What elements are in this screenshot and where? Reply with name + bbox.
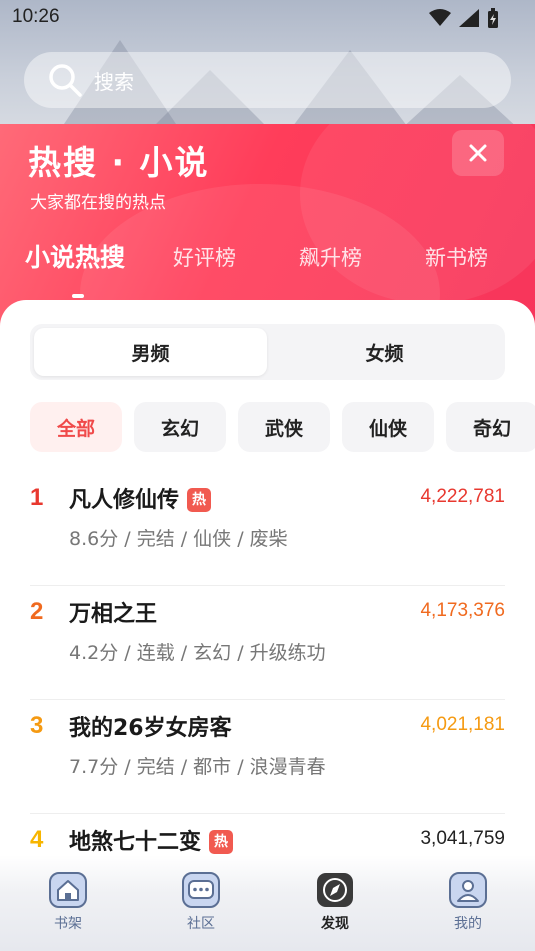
banner-title: 热搜 · 小说 [28, 143, 210, 182]
close-icon [469, 144, 487, 162]
search-count: 4,222,781 [420, 486, 505, 507]
nav-label: 书架 [54, 916, 82, 932]
status-bar: 10:26 [0, 0, 535, 36]
male-channel-option[interactable]: 男频 [34, 328, 267, 376]
bottom-nav: 书架 社区 发现 我的 [0, 855, 535, 951]
female-channel-option[interactable]: 女频 [268, 328, 501, 376]
ranking-item[interactable]: 2 万相之王 4.2分 / 连载 / 玄幻 / 升级练功 4,173,376 [30, 586, 505, 700]
nav-community[interactable]: 社区 [166, 867, 236, 933]
book-title: 我的26岁女房客 [69, 716, 232, 741]
hot-badge: 热 [187, 488, 212, 512]
book-meta: 8.6分 / 完结 / 仙侠 / 废柴 [69, 528, 288, 550]
book-title: 凡人修仙传 [69, 488, 180, 513]
rank-number: 4 [30, 826, 44, 853]
book-title-line: 地煞七十二变热 [69, 824, 234, 856]
status-icons [429, 8, 499, 28]
close-button[interactable] [452, 130, 504, 176]
signal-icon [459, 9, 479, 27]
nav-mine[interactable]: 我的 [433, 867, 503, 933]
search-count: 4,021,181 [420, 714, 505, 735]
book-title: 万相之王 [69, 602, 158, 627]
book-title-line: 凡人修仙传热 [69, 482, 212, 514]
category-chip-all[interactable]: 全部 [30, 402, 122, 452]
book-meta: 4.2分 / 连载 / 玄幻 / 升级练功 [69, 642, 326, 664]
person-icon [449, 872, 487, 908]
tab-top-rated[interactable]: 好评榜 [173, 242, 236, 272]
wifi-icon [429, 9, 451, 26]
compass-icon [317, 873, 353, 907]
category-chip-xianxia[interactable]: 仙侠 [342, 402, 434, 452]
category-chip-xuanhuan[interactable]: 玄幻 [134, 402, 226, 452]
rank-number: 2 [30, 598, 44, 625]
gender-toggle: 男频 女频 [30, 324, 505, 380]
category-chips: 全部 玄幻 武侠 仙侠 奇幻 [30, 402, 535, 452]
chat-icon [182, 872, 220, 908]
status-time: 10:26 [12, 6, 60, 27]
nav-discover[interactable]: 发现 [300, 867, 370, 933]
ranking-item[interactable]: 3 我的26岁女房客 7.7分 / 完结 / 都市 / 浪漫青春 4,021,1… [30, 700, 505, 814]
book-meta: 7.7分 / 完结 / 都市 / 浪漫青春 [69, 756, 326, 778]
search-bar[interactable]: 搜索 [24, 52, 511, 108]
tab-new-books[interactable]: 新书榜 [425, 242, 488, 272]
banner-subtitle: 大家都在搜的热点 [30, 193, 166, 213]
search-count: 4,173,376 [420, 600, 505, 621]
ranking-item[interactable]: 1 凡人修仙传热 8.6分 / 完结 / 仙侠 / 废柴 4,222,781 [30, 472, 505, 586]
book-title: 地煞七十二变 [69, 830, 202, 855]
tab-rising[interactable]: 飙升榜 [299, 242, 362, 272]
tab-novel-hot[interactable]: 小说热搜 [25, 238, 125, 274]
active-tab-indicator [72, 294, 84, 298]
nav-label: 我的 [454, 916, 482, 932]
battery-icon [488, 8, 498, 28]
book-title-line: 万相之王 [69, 596, 157, 628]
nav-label: 社区 [187, 916, 215, 932]
search-count: 3,041,759 [420, 828, 505, 849]
category-chip-qihuan[interactable]: 奇幻 [446, 402, 535, 452]
nav-label: 发现 [321, 916, 349, 932]
hot-badge: 热 [209, 830, 234, 854]
category-chip-wuxia[interactable]: 武侠 [238, 402, 330, 452]
rank-number: 3 [30, 712, 44, 739]
search-icon [49, 64, 82, 97]
rank-number: 1 [30, 484, 44, 511]
ranking-tabs: 小说热搜 好评榜 飙升榜 新书榜 [0, 242, 535, 282]
search-placeholder: 搜索 [94, 69, 134, 94]
ranking-sheet: 男频 女频 全部 玄幻 武侠 仙侠 奇幻 1 凡人修仙传热 8.6分 / 完结 … [0, 300, 535, 951]
nav-bookshelf[interactable]: 书架 [33, 867, 103, 933]
book-title-line: 我的26岁女房客 [69, 710, 232, 742]
house-icon [49, 872, 87, 908]
